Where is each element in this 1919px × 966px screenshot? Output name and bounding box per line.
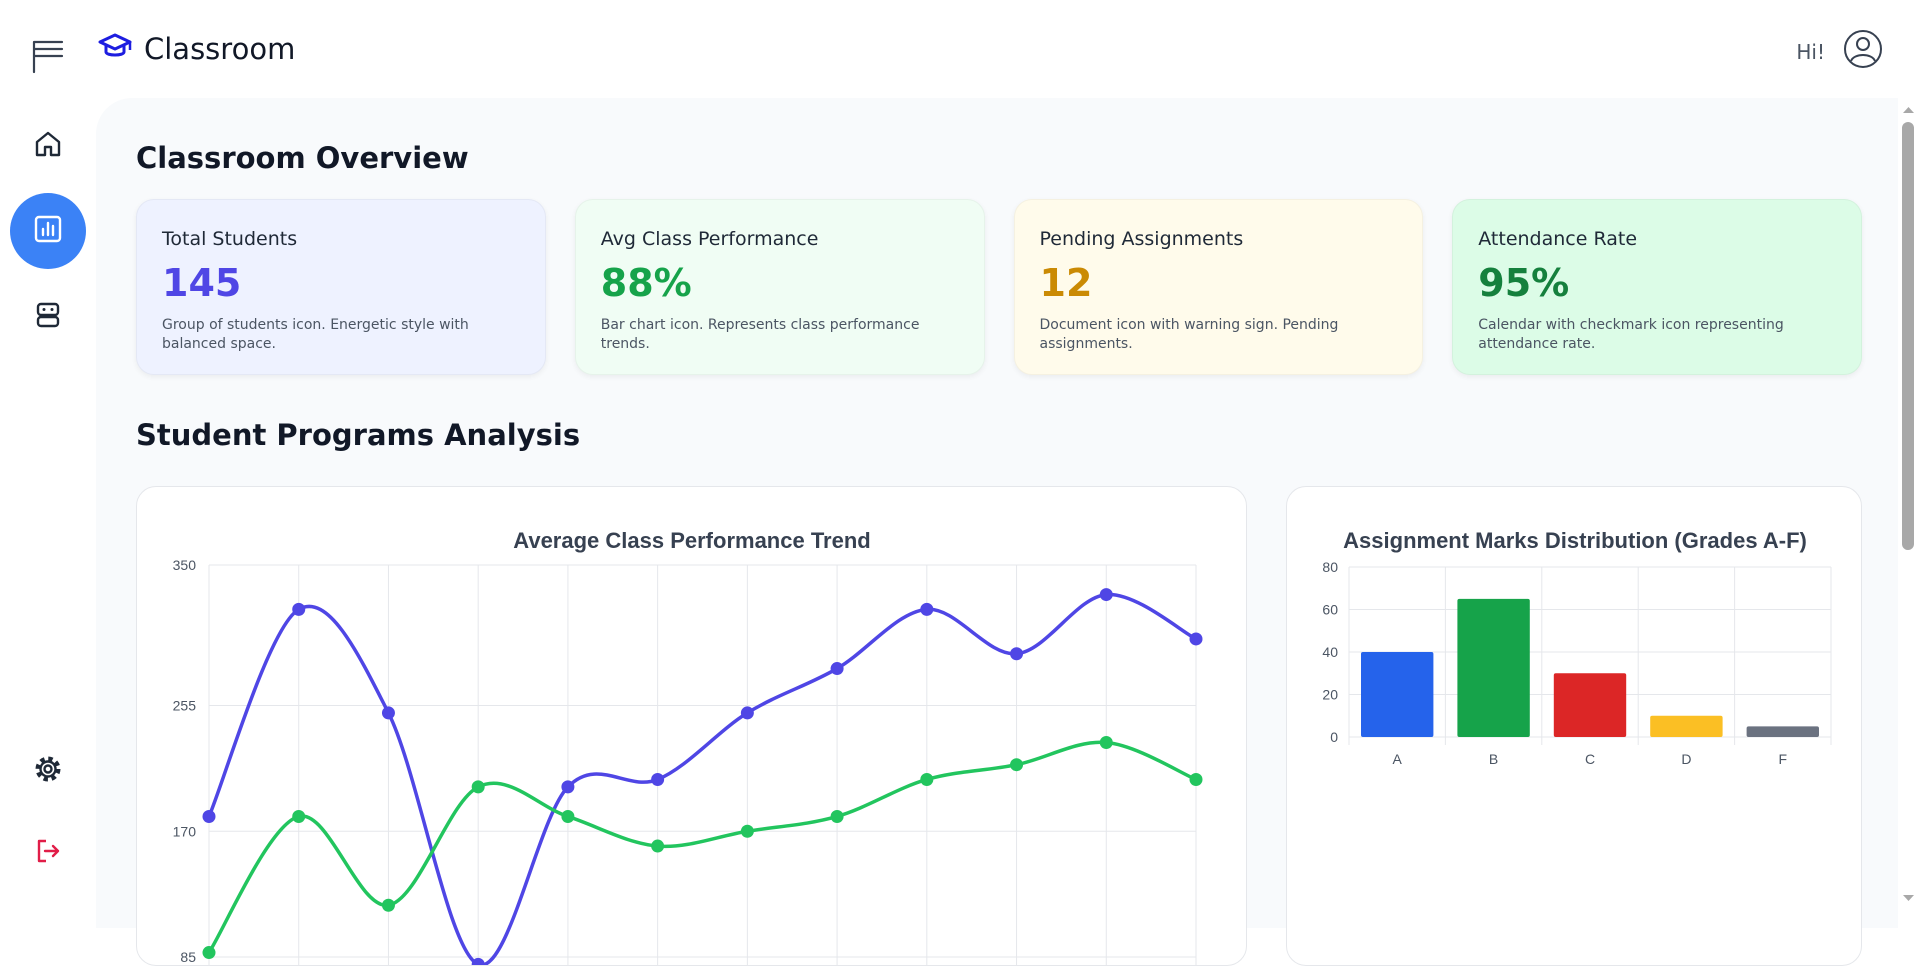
data-point xyxy=(1099,736,1113,750)
data-point xyxy=(561,809,575,823)
menu-icon[interactable] xyxy=(30,38,66,74)
data-point xyxy=(381,706,395,720)
y-tick-label: 255 xyxy=(173,698,197,714)
x-tick-label: A xyxy=(1393,751,1403,767)
sidebar-item-settings[interactable] xyxy=(10,733,86,809)
data-point xyxy=(651,839,665,853)
sidebar-item-robot[interactable] xyxy=(10,279,86,355)
overview-cards: Total Students 145 Group of students ico… xyxy=(136,199,1862,375)
data-point xyxy=(920,772,934,786)
x-tick-label: D xyxy=(1681,751,1691,767)
bar xyxy=(1361,652,1434,737)
data-point xyxy=(292,809,306,823)
sidebar-item-analytics[interactable] xyxy=(10,193,86,269)
robot-icon xyxy=(33,300,63,334)
data-point xyxy=(830,662,844,676)
main-content: Classroom Overview Total Students 145 Gr… xyxy=(96,98,1898,966)
stat-card-attendance-rate[interactable]: Attendance Rate 95% Calendar with checkm… xyxy=(1452,199,1862,375)
marks-distribution-chart: Assignment Marks Distribution (Grades A-… xyxy=(1322,528,1832,767)
data-point xyxy=(471,780,485,794)
bar xyxy=(1553,673,1627,737)
overview-title: Classroom Overview xyxy=(136,141,469,175)
stat-card-avg-performance[interactable]: Avg Class Performance 88% Bar chart icon… xyxy=(574,199,985,375)
x-tick-label: F xyxy=(1779,751,1788,767)
stat-card-value: 88% xyxy=(600,261,692,305)
data-point xyxy=(920,602,934,616)
data-point xyxy=(1099,588,1113,602)
gear-icon xyxy=(32,753,64,789)
data-point xyxy=(740,824,754,838)
scrollbar-thumb[interactable] xyxy=(1902,122,1914,550)
bar xyxy=(1746,726,1819,737)
stat-card-value: 12 xyxy=(1039,261,1093,305)
data-point xyxy=(651,772,665,786)
data-point xyxy=(202,809,216,823)
data-point xyxy=(830,809,844,823)
stat-card-pending-assignments[interactable]: Pending Assignments 12 Document icon wit… xyxy=(1013,199,1424,375)
series-line xyxy=(207,740,1197,954)
brand[interactable]: Classroom xyxy=(98,32,295,66)
y-tick-label: 350 xyxy=(173,557,197,573)
y-tick-label: 40 xyxy=(1322,644,1338,660)
performance-trend-chart-card: Average Class Performance Trend 85 170 255… xyxy=(136,486,1247,966)
chart-title: Assignment Marks Distribution (Grades A-… xyxy=(1343,528,1807,553)
user-avatar-icon[interactable] xyxy=(1843,29,1883,69)
stat-card-description: Group of students icon. Energetic style … xyxy=(162,317,469,352)
data-point xyxy=(202,946,216,960)
stat-card-title: Pending Assignments xyxy=(1039,228,1244,250)
y-tick-label: 85 xyxy=(180,949,196,965)
x-tick-label: B xyxy=(1489,751,1498,767)
stat-card-title: Avg Class Performance xyxy=(600,228,819,250)
x-tick-label: C xyxy=(1585,751,1595,767)
y-tick-label: 80 xyxy=(1322,559,1338,575)
stat-card-description: Document icon with warning sign. Pending… xyxy=(1039,317,1339,352)
sidebar-item-home[interactable] xyxy=(10,108,86,184)
bar-chart-icon xyxy=(33,214,63,248)
greeting-text: Hi! xyxy=(1796,40,1825,64)
stat-card-title: Total Students xyxy=(162,228,298,250)
top-bar: Classroom Hi! xyxy=(0,0,1919,100)
data-point xyxy=(561,780,575,794)
bar xyxy=(1650,715,1723,737)
app-title: Classroom xyxy=(144,32,296,66)
home-icon xyxy=(33,129,63,163)
series-line xyxy=(207,592,1197,965)
y-tick-label: 60 xyxy=(1322,602,1338,618)
data-point xyxy=(381,898,395,912)
data-point xyxy=(740,706,754,720)
bar xyxy=(1457,598,1530,737)
graduation-cap-icon xyxy=(98,32,132,66)
y-tick-label: 170 xyxy=(173,823,197,839)
stat-card-total-students[interactable]: Total Students 145 Group of students ico… xyxy=(136,199,546,375)
stat-card-value: 145 xyxy=(162,261,242,305)
y-tick-label: 0 xyxy=(1330,729,1338,745)
scrollbar[interactable] xyxy=(1898,100,1919,908)
programs-title: Student Programs Analysis xyxy=(136,418,581,452)
stat-card-description: Bar chart icon. Represents class perform… xyxy=(600,317,920,352)
sidebar xyxy=(0,100,96,908)
data-point xyxy=(1010,647,1024,661)
data-point xyxy=(292,602,306,616)
stat-card-value: 95% xyxy=(1478,261,1570,305)
marks-distribution-chart-card: Assignment Marks Distribution (Grades A-… xyxy=(1286,486,1862,966)
data-point xyxy=(1189,772,1203,786)
data-point xyxy=(1010,758,1024,772)
data-point xyxy=(1189,632,1203,646)
stat-card-description: Calendar with checkmark icon representin… xyxy=(1478,317,1784,352)
sidebar-item-logout[interactable] xyxy=(10,815,86,891)
stat-card-title: Attendance Rate xyxy=(1478,228,1638,250)
chart-title: Average Class Performance Trend xyxy=(513,528,870,553)
logout-icon xyxy=(34,837,62,869)
y-tick-label: 20 xyxy=(1322,687,1338,703)
performance-trend-chart: Average Class Performance Trend 85 170 255… xyxy=(173,528,1203,965)
